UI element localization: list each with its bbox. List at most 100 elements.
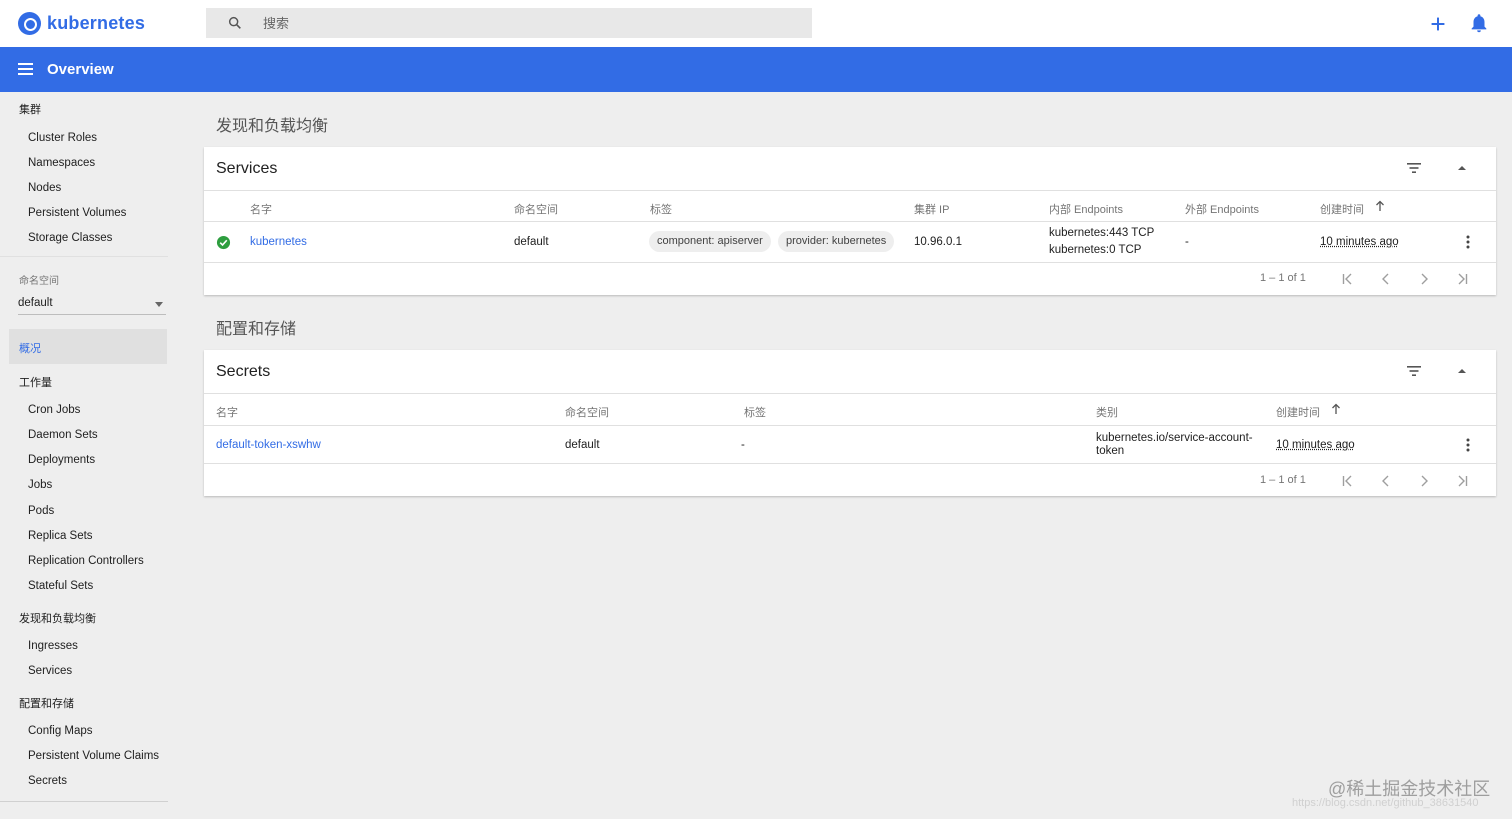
column-header-name[interactable]: 名字 <box>250 201 272 217</box>
bell-icon[interactable] <box>1468 12 1490 34</box>
secret-name-link[interactable]: default-token-xswhw <box>216 439 321 451</box>
services-card-title: Services <box>216 160 278 177</box>
secret-created: 10 minutes ago <box>1276 439 1355 451</box>
sidebar-item-storage-classes[interactable]: Storage Classes <box>28 232 112 244</box>
secret-type-continued: token <box>1096 445 1125 457</box>
chevron-right-icon[interactable] <box>1417 272 1431 286</box>
sidebar-category-workloads[interactable]: 工作量 <box>19 374 52 390</box>
filter-icon[interactable] <box>1405 362 1423 380</box>
service-external-endpoints: - <box>1185 236 1189 248</box>
secrets-card: Secrets 名字 命名空间 标签 类别 创建时间 default-token… <box>204 350 1496 496</box>
page-title: Overview <box>47 61 114 78</box>
chevron-down-icon <box>155 302 163 307</box>
app-bar: Overview <box>0 47 1512 92</box>
watermark-url: https://blog.csdn.net/github_38631540 <box>1292 797 1479 809</box>
sidebar-item-ingresses[interactable]: Ingresses <box>28 640 78 652</box>
arrow-up-icon[interactable] <box>1375 200 1385 212</box>
pagination-range: 1 – 1 of 1 <box>1260 272 1306 284</box>
secret-namespace: default <box>565 439 600 451</box>
sidebar-divider <box>0 801 168 802</box>
divider <box>204 190 1496 191</box>
sidebar-item-daemon-sets[interactable]: Daemon Sets <box>28 429 98 441</box>
divider <box>204 262 1496 263</box>
sidebar-item-config-maps[interactable]: Config Maps <box>28 725 93 737</box>
service-internal-endpoint: kubernetes:443 TCP <box>1049 227 1155 239</box>
sidebar-item-deployments[interactable]: Deployments <box>28 454 95 466</box>
top-bar: kubernetes <box>0 0 1512 47</box>
sidebar-divider <box>0 256 168 257</box>
more-vert-icon[interactable] <box>1466 235 1470 249</box>
secret-labels: - <box>741 439 745 451</box>
section-title-discovery: 发现和负载均衡 <box>216 118 329 135</box>
secrets-card-title: Secrets <box>216 363 271 380</box>
sidebar-item-secrets[interactable]: Secrets <box>28 775 67 787</box>
more-vert-icon[interactable] <box>1466 438 1470 452</box>
filter-icon[interactable] <box>1405 159 1423 177</box>
column-header-type: 类别 <box>1096 407 1118 419</box>
kubernetes-logo[interactable]: kubernetes <box>18 12 145 35</box>
sidebar: 集群 Cluster Roles Namespaces Nodes Persis… <box>0 92 170 819</box>
column-header-namespace[interactable]: 命名空间 <box>565 404 609 420</box>
sidebar-item-stateful-sets[interactable]: Stateful Sets <box>28 580 93 592</box>
sidebar-item-persistent-volume-claims[interactable]: Persistent Volume Claims <box>28 750 159 762</box>
chevron-left-icon[interactable] <box>1379 474 1393 488</box>
column-header-external-endpoints: 外部 Endpoints <box>1185 204 1259 216</box>
sidebar-item-pods[interactable]: Pods <box>28 505 54 517</box>
service-cluster-ip: 10.96.0.1 <box>914 236 962 248</box>
sidebar-item-cluster-roles[interactable]: Cluster Roles <box>28 132 97 144</box>
sidebar-item-replica-sets[interactable]: Replica Sets <box>28 530 93 542</box>
sidebar-item-services[interactable]: Services <box>28 665 72 677</box>
service-internal-endpoint: kubernetes:0 TCP <box>1049 244 1142 256</box>
divider <box>204 463 1496 464</box>
secret-type: kubernetes.io/service-account- <box>1096 432 1253 444</box>
service-created: 10 minutes ago <box>1320 236 1399 248</box>
arrow-up-icon[interactable] <box>1331 403 1341 415</box>
chevron-up-icon[interactable] <box>1455 364 1469 378</box>
service-namespace: default <box>514 236 549 248</box>
search-bar[interactable] <box>206 8 812 38</box>
services-card: Services 名字 命名空间 标签 集群 IP 内部 Endpoints 外… <box>204 147 1496 295</box>
check-circle-icon <box>216 235 231 250</box>
chevron-right-icon[interactable] <box>1417 474 1431 488</box>
last-page-icon[interactable] <box>1455 474 1469 488</box>
namespace-label: 命名空间 <box>19 276 59 287</box>
search-icon[interactable] <box>227 15 243 31</box>
column-header-cluster-ip: 集群 IP <box>914 204 950 216</box>
column-header-created[interactable]: 创建时间 <box>1320 201 1364 217</box>
sidebar-item-jobs[interactable]: Jobs <box>28 479 52 491</box>
service-name-link[interactable]: kubernetes <box>250 236 307 248</box>
column-header-namespace[interactable]: 命名空间 <box>514 201 558 217</box>
sidebar-category-discovery[interactable]: 发现和负载均衡 <box>19 610 96 626</box>
column-header-labels: 标签 <box>650 204 672 216</box>
column-header-internal-endpoints: 内部 Endpoints <box>1049 204 1123 216</box>
sidebar-item-overview[interactable]: 概况 <box>9 329 167 364</box>
logo-text: kubernetes <box>47 13 146 33</box>
column-header-labels: 标签 <box>744 407 766 419</box>
first-page-icon[interactable] <box>1341 474 1355 488</box>
menu-icon[interactable] <box>16 59 36 79</box>
chevron-up-icon[interactable] <box>1455 161 1469 175</box>
namespace-select[interactable]: default <box>18 292 166 315</box>
label-chip: provider: kubernetes <box>778 231 895 252</box>
divider <box>204 393 1496 394</box>
plus-icon[interactable] <box>1427 13 1449 35</box>
sidebar-item-replication-controllers[interactable]: Replication Controllers <box>28 555 144 567</box>
column-header-created[interactable]: 创建时间 <box>1276 404 1320 420</box>
pagination-range: 1 – 1 of 1 <box>1260 474 1306 486</box>
namespace-select-value: default <box>18 297 53 309</box>
divider <box>204 425 1496 426</box>
sidebar-item-nodes[interactable]: Nodes <box>28 182 61 194</box>
section-title-config: 配置和存储 <box>216 321 297 338</box>
last-page-icon[interactable] <box>1455 272 1469 286</box>
chevron-left-icon[interactable] <box>1379 272 1393 286</box>
kubernetes-logo-icon <box>18 12 41 35</box>
sidebar-category-cluster[interactable]: 集群 <box>19 101 41 117</box>
first-page-icon[interactable] <box>1341 272 1355 286</box>
sidebar-category-config[interactable]: 配置和存储 <box>19 695 74 711</box>
sidebar-item-persistent-volumes[interactable]: Persistent Volumes <box>28 207 126 219</box>
sidebar-item-cron-jobs[interactable]: Cron Jobs <box>28 404 80 416</box>
column-header-name[interactable]: 名字 <box>216 404 238 420</box>
sidebar-item-namespaces[interactable]: Namespaces <box>28 157 95 169</box>
label-chip: component: apiserver <box>649 231 771 252</box>
search-input[interactable] <box>263 13 763 33</box>
